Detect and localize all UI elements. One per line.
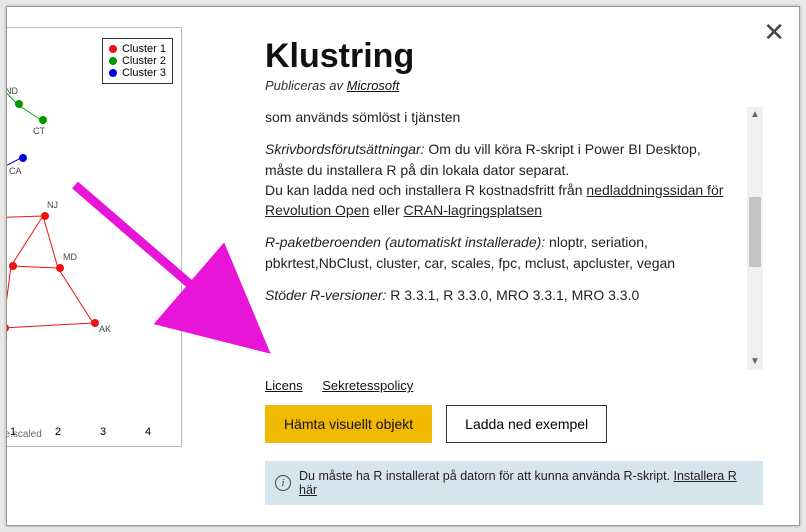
pt-nj — [41, 212, 49, 220]
cluster-chart: Cluster 1 Cluster 2 Cluster 3 — [7, 27, 182, 447]
legal-links: Licens Sekretesspolicy — [265, 378, 763, 393]
frag-top: som används sömlöst i tjänsten — [265, 107, 741, 127]
pt-md — [56, 264, 64, 272]
description-scroll: som används sömlöst i tjänsten Skrivbord… — [265, 107, 763, 370]
details-panel: ✕ Klustring Publiceras av Microsoft som … — [237, 7, 799, 525]
button-row: Hämta visuellt objekt Ladda ned exempel — [265, 405, 763, 443]
pt-nd — [15, 100, 23, 108]
download-sample-button[interactable]: Ladda ned exempel — [446, 405, 607, 443]
scroll-thumb[interactable] — [749, 197, 761, 267]
scroll-down-icon[interactable]: ▼ — [747, 354, 763, 370]
preview-panel: Cluster 1 Cluster 2 Cluster 3 — [7, 7, 237, 525]
info-icon: i — [275, 475, 291, 491]
get-visual-button[interactable]: Hämta visuellt objekt — [265, 405, 432, 443]
pt-ct — [39, 116, 47, 124]
supports-r: Stöder R-versioner: R 3.3.1, R 3.3.0, MR… — [265, 285, 741, 305]
chart-edges — [7, 28, 182, 447]
privacy-link[interactable]: Sekretesspolicy — [322, 378, 413, 393]
license-link[interactable]: Licens — [265, 378, 303, 393]
info-bar: i Du måste ha R installerat på datorn fö… — [265, 461, 763, 505]
x-caption: ne.scaled — [7, 429, 42, 440]
scrollbar[interactable]: ▲ ▼ — [747, 107, 763, 370]
publisher-line: Publiceras av Microsoft — [265, 78, 763, 93]
r-deps: R-paketberoenden (automatiskt installera… — [265, 232, 741, 273]
dialog: Cluster 1 Cluster 2 Cluster 3 — [6, 6, 800, 526]
close-button[interactable]: ✕ — [763, 19, 785, 45]
publisher-link[interactable]: Microsoft — [347, 78, 400, 93]
pt-il — [9, 262, 17, 270]
pt-ca — [19, 154, 27, 162]
link-cran[interactable]: CRAN-lagringsplatsen — [404, 202, 543, 218]
page-title: Klustring — [265, 37, 763, 76]
pt-ak — [91, 319, 99, 327]
scroll-up-icon[interactable]: ▲ — [747, 107, 763, 123]
desktop-req: Skrivbordsförutsättningar: Om du vill kö… — [265, 139, 741, 220]
